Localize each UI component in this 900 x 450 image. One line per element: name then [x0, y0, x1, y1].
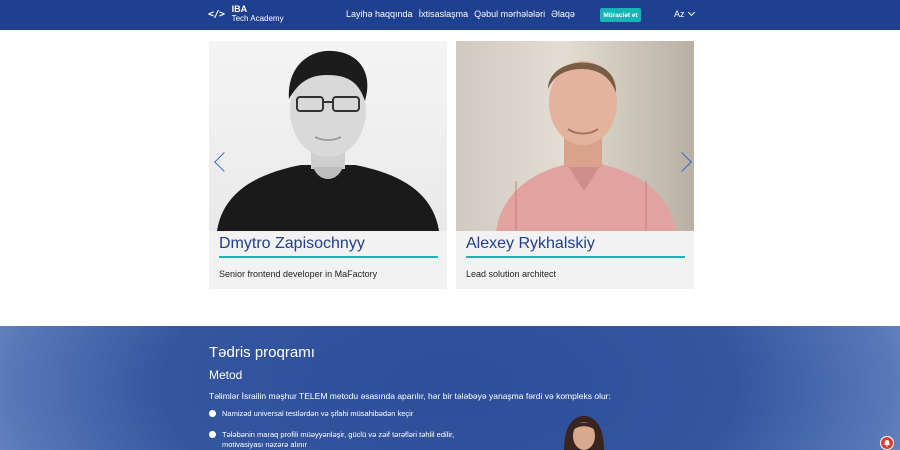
bullet-icon	[209, 431, 216, 438]
section-subtitle: Metod	[209, 368, 243, 382]
mentor-name: Alexey Rykhalskiy	[466, 235, 595, 252]
method-intro: Təlimlər İsrailin məşhur TELEM metodu əs…	[209, 391, 611, 401]
apply-button[interactable]: Müraciət et	[600, 8, 641, 22]
chevron-down-icon	[687, 8, 695, 17]
bullet-icon	[209, 410, 216, 417]
mentor-photo	[456, 41, 694, 231]
mentor-card: Alexey Rykhalskiy Lead solution architec…	[456, 41, 694, 289]
bell-icon	[884, 440, 890, 447]
section-title: Tədris proqramı	[209, 344, 315, 361]
mentors-carousel: Dmytro Zapisochnyy Senior frontend devel…	[0, 30, 900, 326]
list-item: Tələbənin maraq profili müəyyənləşir, gü…	[209, 430, 482, 450]
language-label: Az	[674, 9, 685, 19]
nav-item-about[interactable]: Layihə haqqında	[346, 9, 413, 19]
mentor-name: Dmytro Zapisochnyy	[219, 235, 365, 252]
mentor-photo-illustration	[496, 61, 676, 231]
logo-text: IBA Tech Academy	[231, 4, 284, 24]
mentor-card: Dmytro Zapisochnyy Senior frontend devel…	[209, 41, 447, 289]
site-header: </> IBA Tech Academy Layihə haqqında İxt…	[0, 0, 900, 30]
nav-item-contact[interactable]: Əlaqə	[551, 9, 575, 19]
nav-item-specialization[interactable]: İxtisaslaşma	[419, 9, 469, 19]
logo-line2: Tech Academy	[231, 14, 284, 23]
list-item-text: Namizəd universal testlərdən və şifahi m…	[222, 409, 414, 418]
list-item: Namizəd universal testlərdən və şifahi m…	[209, 409, 413, 419]
language-selector[interactable]: Az	[674, 8, 695, 19]
code-brackets-icon: </>	[208, 8, 225, 20]
program-section: Tədris proqramı Metod Təlimlər İsrailin …	[0, 326, 900, 450]
mentor-photo	[209, 41, 447, 231]
name-underline	[466, 256, 685, 258]
logo-line1: IBA	[231, 4, 248, 14]
notification-bell-icon[interactable]	[880, 436, 894, 450]
mentor-role: Lead solution architect	[466, 269, 557, 279]
mentor-photo-illustration	[217, 50, 439, 231]
main-nav: Layihə haqqında İxtisaslaşma Qəbul mərhə…	[346, 9, 575, 19]
mentor-role: Senior frontend developer in MaFactory	[219, 269, 378, 279]
list-item-text: Tələbənin maraq profili müəyyənləşir, gü…	[222, 430, 455, 449]
logo[interactable]: </> IBA Tech Academy	[208, 4, 284, 24]
nav-item-admission[interactable]: Qəbul mərhələləri	[474, 9, 545, 19]
student-photo	[564, 416, 604, 450]
name-underline	[219, 256, 438, 258]
